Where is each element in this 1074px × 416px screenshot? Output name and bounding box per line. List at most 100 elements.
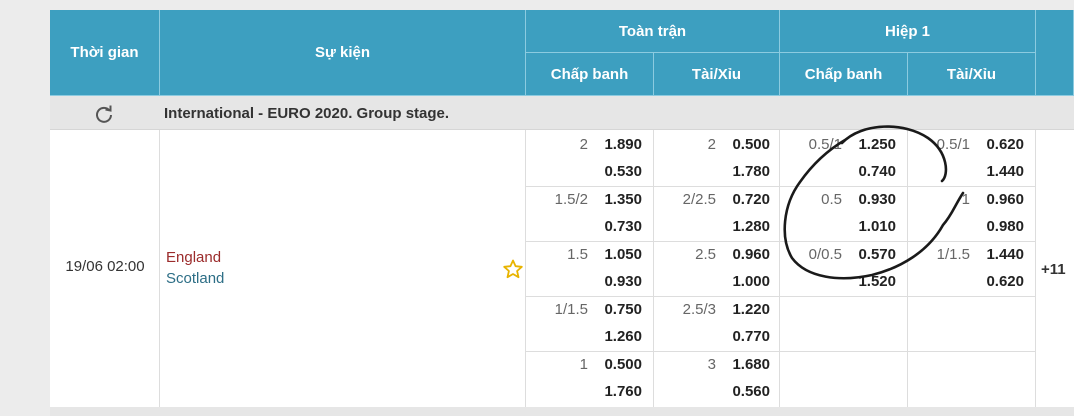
odds-row-top[interactable]: 2.5/3 1.220: [654, 296, 770, 323]
odds-value[interactable]: 1.000: [716, 273, 770, 290]
header-fulltime-handicap: Chấp banh: [526, 53, 654, 96]
odds-value[interactable]: 0.960: [970, 191, 1024, 208]
odds-row-bottom[interactable]: 1.010: [780, 213, 896, 240]
league-name[interactable]: International - EURO 2020. Group stage.: [164, 105, 449, 122]
odds-value[interactable]: 0.530: [588, 163, 642, 180]
header-time: Thời gian: [50, 10, 160, 96]
header-event: Sự kiện: [160, 10, 526, 96]
odds-value[interactable]: 0.960: [716, 246, 770, 263]
header-half1-overunder: Tài/Xỉu: [908, 53, 1036, 96]
odds-value[interactable]: 1.050: [588, 246, 642, 263]
match-time: 19/06 02:00: [65, 258, 145, 275]
odds-row-bottom[interactable]: 1.260: [526, 323, 642, 350]
odds-row-top[interactable]: 1.5 1.050: [526, 241, 642, 268]
odds-line: 0.5: [821, 191, 842, 208]
odds-line: 1: [579, 356, 588, 373]
odds-row-top[interactable]: 0.5/1 1.250: [780, 131, 896, 158]
odds-value[interactable]: 0.770: [716, 328, 770, 345]
header-fulltime-overunder: Tài/Xỉu: [654, 53, 780, 96]
odds-line: 1/1.5: [936, 246, 970, 263]
odds-row-top[interactable]: 2/2.5 0.720: [654, 186, 770, 213]
odds-row-bottom[interactable]: 1.760: [526, 378, 642, 405]
header-extra: [1036, 10, 1074, 96]
odds-value[interactable]: 0.980: [970, 218, 1024, 235]
odds-value[interactable]: 1.520: [842, 273, 896, 290]
odds-row-top[interactable]: 3 1.680: [654, 351, 770, 378]
odds-row-bottom[interactable]: 0.560: [654, 378, 770, 405]
odds-line: 0.5/1: [936, 136, 970, 153]
odds-row-top[interactable]: 2.5 0.960: [654, 241, 770, 268]
odds-value[interactable]: 1.250: [842, 136, 896, 153]
odds-row-top[interactable]: 0/0.5 0.570: [780, 241, 896, 268]
header-fulltime: Toàn trận: [526, 10, 780, 53]
odds-row-bottom[interactable]: 0.530: [526, 158, 642, 185]
odds-value[interactable]: 0.500: [588, 356, 642, 373]
odds-row-bottom[interactable]: 0.740: [780, 158, 896, 185]
more-markets-link[interactable]: +11: [1041, 261, 1066, 278]
odds-row-top[interactable]: 1/1.5 0.750: [526, 296, 642, 323]
odds-row-bottom[interactable]: 1.780: [654, 158, 770, 185]
odds-line: 0/0.5: [808, 246, 842, 263]
odds-row-top[interactable]: 1/1.5 1.440: [908, 241, 1024, 268]
odds-row-top[interactable]: 2 0.500: [654, 131, 770, 158]
odds-value[interactable]: 1.680: [716, 356, 770, 373]
col-divider-event: [160, 130, 526, 407]
odds-line: 2: [579, 136, 588, 153]
odds-line: 2: [707, 136, 716, 153]
odds-value[interactable]: 0.560: [716, 383, 770, 400]
odds-row-bottom[interactable]: 0.730: [526, 213, 642, 240]
refresh-icon[interactable]: [94, 104, 114, 124]
odds-line: 1.5/2: [554, 191, 588, 208]
odds-line: 1/1.5: [554, 301, 588, 318]
odds-value[interactable]: 1.780: [716, 163, 770, 180]
odds-line: 3: [707, 356, 716, 373]
odds-row-top[interactable]: 0.5 0.930: [780, 186, 896, 213]
odds-row-bottom[interactable]: 0.980: [908, 213, 1024, 240]
odds-row-bottom[interactable]: 0.620: [908, 268, 1024, 295]
odds-line: 2/2.5: [682, 191, 716, 208]
next-league-row: [50, 407, 1074, 416]
odds-value[interactable]: 0.930: [842, 191, 896, 208]
odds-value[interactable]: 0.930: [588, 273, 642, 290]
odds-line: 1.5: [567, 246, 588, 263]
odds-row-top[interactable]: 2 1.890: [526, 131, 642, 158]
odds-row-top[interactable]: 1 0.500: [526, 351, 642, 378]
odds-row-bottom[interactable]: 1.440: [908, 158, 1024, 185]
odds-line: 1: [961, 191, 970, 208]
odds-value[interactable]: 0.750: [588, 301, 642, 318]
odds-row-bottom[interactable]: 0.770: [654, 323, 770, 350]
odds-value[interactable]: 1.010: [842, 218, 896, 235]
odds-value[interactable]: 1.440: [970, 163, 1024, 180]
odds-row-bottom[interactable]: 0.930: [526, 268, 642, 295]
home-team[interactable]: England: [166, 249, 221, 266]
odds-value[interactable]: 0.620: [970, 136, 1024, 153]
league-row: International - EURO 2020. Group stage.: [50, 96, 1074, 130]
odds-value[interactable]: 1.350: [588, 191, 642, 208]
odds-row-top[interactable]: 1.5/2 1.350: [526, 186, 642, 213]
odds-row-bottom[interactable]: 1.280: [654, 213, 770, 240]
odds-value[interactable]: 0.570: [842, 246, 896, 263]
odds-value[interactable]: 1.760: [588, 383, 642, 400]
header-half1-handicap: Chấp banh: [780, 53, 908, 96]
odds-value[interactable]: 1.280: [716, 218, 770, 235]
header-half1: Hiệp 1: [780, 10, 1036, 53]
odds-value[interactable]: 0.720: [716, 191, 770, 208]
odds-row-top[interactable]: 0.5/1 0.620: [908, 131, 1024, 158]
odds-value[interactable]: 1.220: [716, 301, 770, 318]
odds-line: 2.5/3: [682, 301, 716, 318]
odds-row-bottom[interactable]: 1.520: [780, 268, 896, 295]
odds-value[interactable]: 0.740: [842, 163, 896, 180]
odds-line: 2.5: [695, 246, 716, 263]
odds-line: 0.5/1: [808, 136, 842, 153]
odds-value[interactable]: 1.890: [588, 136, 642, 153]
star-icon[interactable]: [503, 259, 523, 279]
odds-value[interactable]: 0.620: [970, 273, 1024, 290]
odds-row-top[interactable]: 1 0.960: [908, 186, 1024, 213]
odds-value[interactable]: 0.730: [588, 218, 642, 235]
odds-value[interactable]: 1.260: [588, 328, 642, 345]
odds-value[interactable]: 0.500: [716, 136, 770, 153]
odds-table: Thời gian Sự kiện Toàn trận Hiệp 1 Chấp …: [50, 10, 1074, 416]
odds-row-bottom[interactable]: 1.000: [654, 268, 770, 295]
away-team[interactable]: Scotland: [166, 270, 224, 287]
odds-value[interactable]: 1.440: [970, 246, 1024, 263]
